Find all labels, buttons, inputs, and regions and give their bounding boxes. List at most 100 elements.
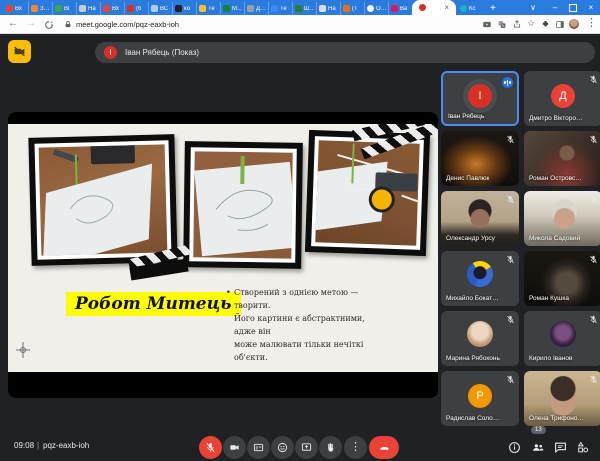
- more-dots-icon: ⋮: [350, 442, 361, 453]
- browser-tab[interactable]: Те: [196, 2, 220, 15]
- media-controls-icon[interactable]: [482, 20, 492, 29]
- reactions-button[interactable]: [271, 436, 294, 459]
- tab-label: Д…: [256, 6, 266, 12]
- camera-off-warning-button[interactable]: [8, 40, 31, 63]
- participant-name: Іван Рябець: [448, 113, 484, 120]
- participant-name: Радислав Соло…: [446, 415, 499, 422]
- mic-off-icon: [506, 375, 515, 384]
- translate-icon[interactable]: [497, 20, 507, 29]
- presenter-banner: І Іван Рябець (Показ): [95, 42, 595, 63]
- activities-shapes-icon: [576, 441, 590, 454]
- mic-off-icon: [506, 135, 515, 144]
- browser-tab[interactable]: (Т: [340, 2, 364, 15]
- browser-tab[interactable]: О…: [364, 2, 388, 15]
- mic-toggle-button[interactable]: [199, 436, 222, 459]
- tile-kyrylo[interactable]: Кирило Іванов: [524, 311, 600, 366]
- reload-button[interactable]: [44, 20, 54, 30]
- chat-button[interactable]: [553, 440, 568, 455]
- meeting-details-button[interactable]: [507, 440, 522, 455]
- tab-search-chevron-icon[interactable]: ∨: [524, 0, 542, 15]
- presenter-avatar: І: [104, 46, 117, 59]
- browser-tab[interactable]: ВС: [148, 2, 172, 15]
- tab-favicon: [460, 5, 467, 12]
- extensions-icon[interactable]: [541, 20, 550, 29]
- tab-label: Ш…: [304, 6, 314, 12]
- browser-tab[interactable]: На: [76, 2, 100, 15]
- avatar-letter: Д: [551, 84, 575, 108]
- browser-tab[interactable]: (б: [124, 2, 148, 15]
- mic-off-icon: [205, 442, 216, 453]
- tile-ivan-riabets[interactable]: І Іван Рябець: [441, 71, 519, 126]
- tile-dmytro[interactable]: Д Дмитро Вікторо…: [524, 71, 600, 126]
- tile-olena[interactable]: Олена Трифоно…: [524, 371, 600, 426]
- browser-tab[interactable]: З…: [28, 2, 52, 15]
- forward-button[interactable]: →: [26, 17, 36, 31]
- new-tab-button[interactable]: +: [488, 2, 502, 15]
- participant-name: Микола Садовий: [529, 235, 580, 242]
- tile-roman-kushka[interactable]: Роман Кушка: [524, 251, 600, 306]
- present-screen-button[interactable]: [295, 436, 318, 459]
- camera-toggle-button[interactable]: [223, 436, 246, 459]
- browser-tab[interactable]: ко: [172, 2, 196, 15]
- browser-tab[interactable]: М…: [220, 2, 244, 15]
- presenter-label: Іван Рябець (Показ): [125, 48, 199, 57]
- tab-favicon: [103, 5, 110, 12]
- browser-tab[interactable]: Вх: [4, 2, 28, 15]
- address-bar[interactable]: meet.google.com/pqz-eaxb-ioh: [76, 20, 179, 29]
- leave-call-button[interactable]: [369, 436, 399, 459]
- window-minimize-button[interactable]: –: [546, 0, 564, 15]
- present-screen-icon: [301, 442, 312, 453]
- share-icon[interactable]: [512, 20, 522, 29]
- window-close-button[interactable]: ×: [582, 0, 600, 15]
- raise-hand-button[interactable]: [319, 436, 342, 459]
- tab-favicon: [127, 5, 134, 12]
- bookmark-star-icon[interactable]: ☆: [527, 18, 535, 29]
- browser-tab[interactable]: На: [316, 2, 340, 15]
- back-button[interactable]: ←: [8, 17, 18, 31]
- participant-name: Роман Островс…: [529, 175, 582, 182]
- window-maximize-button[interactable]: [564, 0, 582, 15]
- tab-label: ВС: [160, 6, 168, 12]
- browser-tab[interactable]: Ш…: [292, 2, 316, 15]
- tile-roman-ostrovskyi[interactable]: Роман Островс…: [524, 131, 600, 186]
- browser-tab[interactable]: Кс: [458, 2, 484, 15]
- browser-tab[interactable]: Ві: [52, 2, 76, 15]
- participant-name: Кирило Іванов: [529, 355, 572, 362]
- tile-mykhailo[interactable]: Михайло Бокат…: [441, 251, 519, 306]
- slide-photo-robot-drawing-1: [28, 134, 177, 266]
- tab-label: На: [88, 6, 96, 12]
- browser-menu-icon[interactable]: ⋮: [586, 18, 597, 29]
- close-tab-icon[interactable]: ×: [444, 4, 449, 12]
- tab-label: Вх: [112, 6, 119, 12]
- activities-button[interactable]: [575, 440, 590, 455]
- active-tab-meet[interactable]: ×: [412, 0, 456, 15]
- tile-maryna[interactable]: Марина Рябоконь: [441, 311, 519, 366]
- chat-icon: [554, 441, 567, 454]
- tile-denys[interactable]: Денис Павлюк: [441, 131, 519, 186]
- browser-tab[interactable]: Вх: [100, 2, 124, 15]
- meeting-code: pqz-eaxb-ioh: [43, 441, 89, 450]
- more-options-button[interactable]: ⋮: [344, 436, 367, 459]
- tab-favicon: [391, 5, 398, 12]
- participant-count-badge: 13: [531, 426, 546, 434]
- tab-label: ко: [184, 6, 190, 12]
- slide-photo-robot-drawing-2: [183, 141, 303, 269]
- plus-icon: +: [490, 3, 496, 14]
- tile-radyslav[interactable]: Р Радислав Соло…: [441, 371, 519, 426]
- pointer-crosshair-icon: [16, 342, 30, 358]
- tab-favicon: [175, 5, 182, 12]
- meet-app-surface: І Іван Рябець (Показ): [0, 34, 600, 461]
- meet-recording-favicon: [419, 4, 426, 11]
- tile-mykola[interactable]: Микола Садовий: [524, 191, 600, 246]
- tab-label: На: [328, 6, 336, 12]
- browser-tab[interactable]: Те: [268, 2, 292, 15]
- participants-button[interactable]: [530, 440, 545, 455]
- tab-label: Вх: [15, 6, 22, 12]
- side-panel-icon[interactable]: [555, 20, 565, 29]
- profile-avatar[interactable]: [569, 19, 579, 29]
- captions-button[interactable]: [247, 436, 270, 459]
- mic-off-icon: [589, 75, 598, 84]
- browser-tab[interactable]: Д…: [244, 2, 268, 15]
- browser-tab[interactable]: Ва: [388, 2, 412, 15]
- tile-oleksandr[interactable]: Олександр Урсу: [441, 191, 519, 246]
